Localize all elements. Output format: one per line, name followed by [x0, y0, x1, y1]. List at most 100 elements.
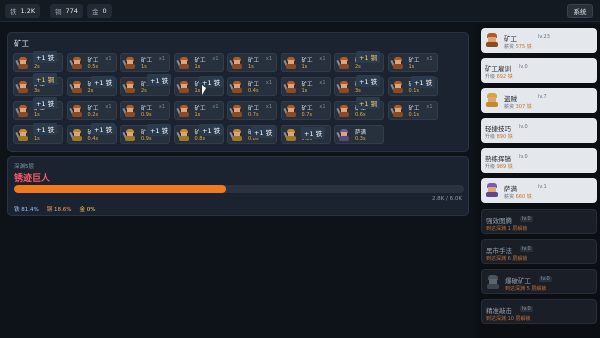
miner-cell[interactable]: 矿工 x1 1s	[227, 53, 277, 72]
miners-title: 矿工	[14, 39, 29, 48]
unit-portrait-icon	[485, 93, 499, 107]
loot-popup: +1 铜	[356, 97, 381, 109]
card-sub-text: 升级	[485, 164, 496, 170]
miner-cell[interactable]: 萨满 0.3s	[334, 125, 384, 144]
miner-body	[285, 112, 296, 117]
shop-card[interactable]: 熟练挥镐 lv.0 升级 989 铁	[481, 148, 597, 173]
card-title: 黑市手法	[486, 247, 512, 255]
miner-body	[178, 88, 189, 93]
miner-cell[interactable]: 矿工 x1 0.4s	[227, 77, 277, 96]
miner-rate: 0.7s	[301, 112, 313, 118]
shop-card[interactable]: 黑市手法 lv.0 到达深渊 6 层解锁	[481, 239, 597, 264]
miner-cell[interactable]: 矿工 x1 1s	[173, 53, 224, 72]
miner-body	[125, 112, 135, 117]
unit-portrait-icon	[486, 275, 500, 289]
gold-counter: 金 0	[87, 4, 112, 18]
miner-portrait-icon	[68, 105, 83, 117]
miner-cell[interactable]: 矿工 x1 1s	[280, 53, 331, 72]
miner-cell[interactable]: 矿工 x1 0.7s	[280, 101, 331, 120]
miner-portrait-icon	[175, 129, 190, 141]
miner-rate: 0.3s	[355, 136, 366, 142]
miner-count: x1	[105, 104, 112, 110]
miner-cell[interactable]: 矿工 x1 0.9s	[120, 101, 170, 120]
shop-card[interactable]: 萨满 lv.1 薪资 660 铁	[481, 178, 597, 203]
card-subtitle: 到达深渊 5 层解锁	[505, 285, 546, 292]
miner-rate: 2s	[87, 88, 94, 94]
iron-odds: 铁 81.4%	[14, 207, 39, 213]
shop-card[interactable]: 精准敲击 lv.0 到达深渊 10 层解锁	[481, 299, 597, 324]
shop-card[interactable]: 矿工雇训 lv.0 升级 692 铁	[481, 58, 597, 83]
miner-portrait-icon	[15, 105, 29, 117]
miner-rate: 1s	[194, 112, 201, 118]
miner-body	[339, 136, 349, 141]
shop-card[interactable]: 爆破矿工 lv.0 到达深渊 5 层解锁	[481, 269, 597, 294]
card-subtitle: 升级 692 铁	[485, 73, 513, 80]
card-subtitle: 薪资 575 铁	[504, 43, 532, 50]
miner-body	[392, 112, 403, 117]
miner-cell[interactable]: 矿工 x1 0.7s	[227, 101, 277, 120]
unit-body	[487, 284, 499, 289]
miner-cell[interactable]: 矿工 x1 1s	[387, 53, 438, 72]
miner-portrait-icon	[122, 105, 136, 117]
loot-popup: +1 铁	[33, 97, 58, 109]
card-title: 熟练挥镐	[485, 155, 511, 163]
system-button[interactable]: 系统	[567, 4, 593, 18]
miner-body	[18, 112, 28, 117]
shop-card[interactable]: 矿工 lv.23 薪资 575 铁	[481, 28, 597, 53]
miner-count: x1	[105, 56, 112, 62]
miner-cell[interactable]: 矿工 x1 1s	[173, 101, 224, 120]
loot-popup: +1 铁	[91, 123, 116, 135]
miners-panel: 矿工 矿工x12s矿工x10.5s矿工x11s矿工x11s矿工x11s矿工x11…	[7, 32, 469, 152]
card-sub-text: 到达深渊 6 层解锁	[486, 256, 528, 262]
miner-portrait-icon	[229, 105, 243, 117]
miner-portrait-icon	[175, 81, 190, 93]
miner-portrait-icon	[336, 57, 350, 69]
card-price: 660 铁	[515, 194, 532, 200]
card-title: 轻捷技巧	[485, 125, 511, 133]
miner-cell[interactable]: 矿工 x1 1s	[120, 53, 170, 72]
miner-rate: 0.9s	[141, 112, 152, 118]
shop-card[interactable]: 盗贼 lv.7 薪资 307 铁	[481, 88, 597, 113]
miner-body	[339, 64, 349, 69]
miner-portrait-icon	[68, 129, 83, 141]
miner-portrait-icon	[389, 57, 404, 69]
miner-count: x1	[158, 56, 165, 62]
miner-cell[interactable]: 矿工 x1 0.1s	[387, 101, 438, 120]
card-level: lv.23	[538, 34, 550, 40]
miner-rate: 2s	[355, 64, 361, 70]
card-price: 575 铁	[515, 44, 532, 50]
miner-cell[interactable]: 矿工 x1 1s	[280, 77, 331, 96]
miner-body	[125, 88, 135, 93]
card-title: 强效图腾	[486, 217, 512, 225]
miner-count: x1	[319, 80, 326, 86]
miner-rate: 2s	[141, 88, 147, 94]
boss-hp-bar	[14, 185, 464, 193]
shop-card[interactable]: 轻捷技巧 lv.0 升级 890 铁	[481, 118, 597, 143]
miner-body	[285, 64, 296, 69]
miner-rate: 1s	[194, 64, 201, 70]
miner-cell[interactable]: 矿工 x1 0.2s	[66, 101, 117, 120]
miner-portrait-icon	[175, 105, 190, 117]
card-price: 692 铁	[496, 74, 513, 80]
miner-rate: 0.4s	[87, 136, 99, 142]
miner-cell[interactable]: 矿工 x1 0.5s	[66, 53, 117, 72]
loot-popup: +1 铁	[91, 76, 116, 88]
miner-body	[232, 88, 242, 93]
miner-portrait-icon	[336, 105, 350, 117]
card-subtitle: 到达深渊 1 层解锁	[486, 225, 527, 232]
card-sub-text: 薪资	[504, 194, 515, 200]
miner-portrait-icon	[122, 81, 136, 93]
resource-bar: 铁 1.2K 铜 774 金 0 系统	[0, 0, 600, 22]
miner-portrait-icon	[282, 81, 297, 93]
iron-value: 1.2K	[20, 7, 36, 15]
miner-count: x1	[426, 56, 433, 62]
card-title: 精准敲击	[486, 307, 512, 315]
miner-portrait-icon	[282, 129, 297, 141]
shop-card[interactable]: 强效图腾 lv.0 到达深渊 1 层解锁	[481, 209, 597, 234]
miner-name: 矿工	[194, 58, 206, 64]
card-level: lv.0	[539, 276, 552, 282]
miner-name: 萨满	[355, 130, 367, 136]
miner-body	[339, 112, 349, 117]
card-level: lv.0	[520, 306, 533, 312]
unit-body	[486, 192, 498, 197]
